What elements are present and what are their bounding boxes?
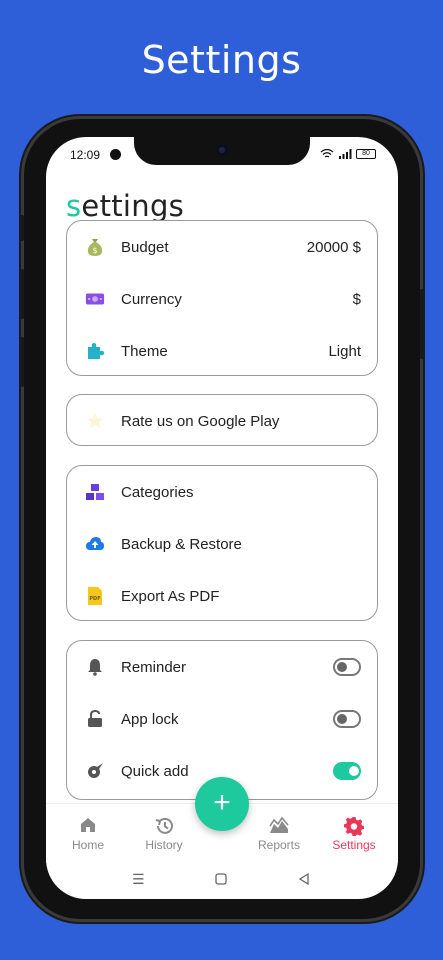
battery-indicator: 80 <box>356 149 376 159</box>
status-bar: 12:09 80 <box>46 147 398 165</box>
app-lock-row: App lock <box>67 693 377 745</box>
quick-add-toggle[interactable] <box>333 762 361 780</box>
unlock-icon <box>85 709 105 729</box>
money-bag-icon: $ <box>85 237 105 257</box>
home-square-icon[interactable] <box>215 872 227 888</box>
page-title-rest: ettings <box>81 189 185 223</box>
banknote-icon <box>85 289 105 309</box>
backup-row[interactable]: Backup & Restore <box>67 518 377 570</box>
budget-value: 20000 $ <box>306 238 361 256</box>
side-button <box>19 215 24 241</box>
theme-row[interactable]: Theme Light <box>67 325 377 377</box>
export-pdf-row[interactable]: PDF Export As PDF <box>67 570 377 622</box>
menu-icon[interactable]: ☰ <box>132 871 145 888</box>
screen: 12:09 80 settings $ Budget 20000 $ Curre… <box>46 137 398 899</box>
nav-reports-label: Reports <box>257 838 301 852</box>
export-pdf-label: Export As PDF <box>121 587 220 605</box>
cloud-upload-icon <box>85 534 105 554</box>
theme-label: Theme <box>121 342 168 360</box>
toggles-card: Reminder App lock Quick add <box>66 640 378 800</box>
nav-history[interactable]: History <box>129 816 199 852</box>
currency-label: Currency <box>121 290 182 308</box>
nav-reports[interactable]: Reports <box>244 816 314 852</box>
currency-value: $ <box>352 290 361 308</box>
side-button <box>19 337 24 387</box>
rate-row[interactable]: Rate us on Google Play <box>67 395 377 447</box>
page-title-accent: s <box>66 189 82 223</box>
app-lock-label: App lock <box>121 710 179 728</box>
reminder-label: Reminder <box>121 658 187 676</box>
backup-label: Backup & Restore <box>121 535 242 553</box>
rate-card[interactable]: Rate us on Google Play <box>66 394 378 446</box>
nav-settings-label: Settings <box>332 838 376 852</box>
currency-row[interactable]: Currency $ <box>67 273 377 325</box>
svg-text:PDF: PDF <box>89 596 100 602</box>
general-settings-card: $ Budget 20000 $ Currency $ Theme Light <box>66 220 378 376</box>
nav-settings[interactable]: Settings <box>319 816 389 852</box>
reminder-row: Reminder <box>67 641 377 693</box>
gear-icon <box>344 817 364 836</box>
add-transaction-button[interactable]: + <box>195 777 249 831</box>
promo-title: Settings <box>141 38 302 82</box>
nav-history-label: History <box>145 838 183 852</box>
categories-row[interactable]: Categories <box>67 466 377 518</box>
home-icon <box>81 818 95 832</box>
notification-icon <box>110 149 121 160</box>
pdf-file-icon: PDF <box>85 586 105 606</box>
reports-icon <box>269 816 289 833</box>
signal-icon <box>339 149 352 159</box>
side-button <box>19 269 24 319</box>
cubes-icon <box>85 482 105 502</box>
budget-label: Budget <box>121 238 169 256</box>
nav-home-label: Home <box>71 838 104 852</box>
app-lock-toggle[interactable] <box>333 710 361 728</box>
budget-row[interactable]: $ Budget 20000 $ <box>67 221 377 273</box>
nav-home[interactable]: Home <box>53 816 123 852</box>
status-time: 12:09 <box>70 148 101 162</box>
svg-text:$: $ <box>92 246 97 255</box>
wifi-icon <box>320 149 334 158</box>
back-icon[interactable] <box>298 872 310 888</box>
data-settings-card: Categories Backup & Restore PDF Export A… <box>66 465 378 621</box>
phone-frame: 12:09 80 settings $ Budget 20000 $ Curre… <box>19 119 425 919</box>
history-icon <box>155 817 173 834</box>
rate-label: Rate us on Google Play <box>121 412 280 430</box>
star-icon <box>85 411 105 431</box>
puzzle-icon <box>85 341 105 361</box>
rocket-icon <box>85 761 105 781</box>
reminder-toggle[interactable] <box>333 658 361 676</box>
page-title: settings <box>66 189 184 223</box>
power-button <box>420 289 425 359</box>
categories-label: Categories <box>121 483 194 501</box>
bell-icon <box>85 657 105 677</box>
system-nav-bar: ☰ <box>46 863 398 899</box>
theme-value: Light <box>328 342 361 360</box>
